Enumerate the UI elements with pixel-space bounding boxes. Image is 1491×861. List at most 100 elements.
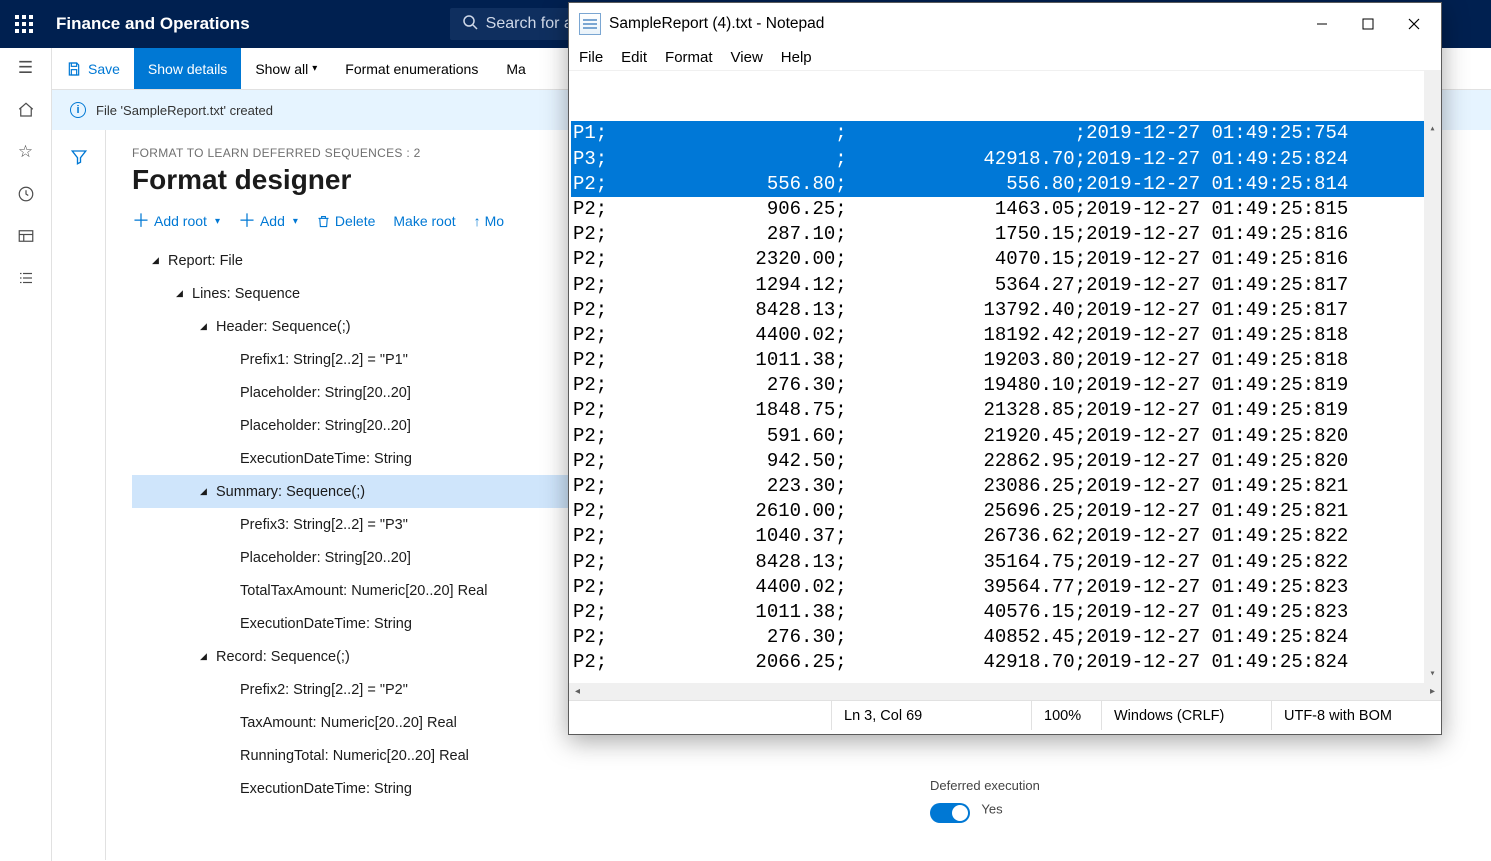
minimize-button[interactable]	[1299, 7, 1345, 41]
menu-help[interactable]: Help	[781, 49, 812, 66]
notepad-statusbar: Ln 3, Col 69 100% Windows (CRLF) UTF-8 w…	[569, 700, 1441, 730]
tree-label: Prefix1: String[2..2] = "P1"	[240, 352, 408, 368]
notepad-icon	[579, 13, 601, 35]
tree-label: Report: File	[168, 253, 243, 269]
text-line[interactable]: P2; 591.60; 21920.45;2019-12-27 01:49:25…	[571, 424, 1439, 449]
text-line[interactable]: P2; 1011.38; 40576.15;2019-12-27 01:49:2…	[571, 600, 1439, 625]
text-line[interactable]: P2; 8428.13; 35164.75;2019-12-27 01:49:2…	[571, 550, 1439, 575]
left-rail: ☰ ☆	[0, 48, 52, 861]
text-line[interactable]: P2; 4400.02; 39564.77;2019-12-27 01:49:2…	[571, 575, 1439, 600]
close-button[interactable]	[1391, 7, 1437, 41]
tree-node[interactable]: RunningTotal: Numeric[20..20] Real	[132, 739, 960, 772]
move-button-truncated[interactable]: ↑ Mo	[474, 213, 504, 229]
text-line[interactable]: P2; 2066.25; 42918.70;2019-12-27 01:49:2…	[571, 650, 1439, 675]
expand-icon[interactable]: ◢	[176, 288, 186, 299]
text-line[interactable]: P2; 1848.75; 21328.85;2019-12-27 01:49:2…	[571, 398, 1439, 423]
home-icon[interactable]	[16, 100, 36, 120]
scrollbar-horizontal[interactable]: ◂ ▸	[569, 683, 1441, 700]
text-line[interactable]: P2; 1011.38; 19203.80;2019-12-27 01:49:2…	[571, 348, 1439, 373]
tree-label: Summary: Sequence(;)	[216, 484, 365, 500]
plus-icon: ＋	[238, 212, 256, 230]
hamburger-icon[interactable]: ☰	[16, 58, 36, 78]
maximize-button[interactable]	[1345, 7, 1391, 41]
text-line[interactable]: P2; 1040.37; 26736.62;2019-12-27 01:49:2…	[571, 524, 1439, 549]
tree-label: Placeholder: String[20..20]	[240, 550, 411, 566]
tree-label: Placeholder: String[20..20]	[240, 418, 411, 434]
status-encoding: UTF-8 with BOM	[1271, 701, 1441, 730]
text-line[interactable]: P2; 942.50; 22862.95;2019-12-27 01:49:25…	[571, 449, 1439, 474]
tree-node[interactable]: ExecutionDateTime: String	[132, 772, 960, 805]
tree-label: TaxAmount: Numeric[20..20] Real	[240, 715, 457, 731]
menu-format[interactable]: Format	[665, 49, 713, 66]
workspace-icon[interactable]	[16, 226, 36, 246]
status-zoom: 100%	[1031, 701, 1101, 730]
notepad-body[interactable]: P1; ; ;2019-12-27 01:49:25:754P3; ; 4291…	[569, 71, 1441, 683]
chevron-down-icon: ▾	[312, 63, 317, 74]
tree-label: ExecutionDateTime: String	[240, 451, 412, 467]
info-icon: i	[70, 102, 86, 118]
make-root-button[interactable]: Make root	[393, 213, 455, 229]
deferred-value: Yes	[981, 801, 1002, 816]
format-enumerations-button[interactable]: Format enumerations	[331, 48, 492, 89]
tree-label: TotalTaxAmount: Numeric[20..20] Real	[240, 583, 487, 599]
show-details-button[interactable]: Show details	[134, 48, 241, 89]
add-root-button[interactable]: ＋Add root▾	[132, 212, 220, 230]
expand-icon[interactable]: ◢	[200, 651, 210, 662]
save-label: Save	[88, 61, 120, 77]
tree-label: Placeholder: String[20..20]	[240, 385, 411, 401]
tree-label: Record: Sequence(;)	[216, 649, 350, 665]
tree-label: Prefix3: String[2..2] = "P3"	[240, 517, 408, 533]
message-text: File 'SampleReport.txt' created	[96, 103, 273, 118]
scroll-down-icon[interactable]: ▾	[1424, 666, 1441, 683]
window-controls	[1299, 7, 1437, 41]
scrollbar-vertical[interactable]: ▴ ▾	[1424, 71, 1441, 683]
text-line[interactable]: P2; 556.80; 556.80;2019-12-27 01:49:25:8…	[571, 172, 1439, 197]
text-line[interactable]: P2; 276.30; 40852.45;2019-12-27 01:49:25…	[571, 625, 1439, 650]
tree-label: Prefix2: String[2..2] = "P2"	[240, 682, 408, 698]
show-all-button[interactable]: Show all▾	[241, 48, 331, 89]
status-eol: Windows (CRLF)	[1101, 701, 1271, 730]
filter-column	[52, 130, 106, 860]
text-line[interactable]: P2; 1294.12; 5364.27;2019-12-27 01:49:25…	[571, 273, 1439, 298]
deferred-toggle[interactable]	[930, 803, 970, 823]
plus-icon: ＋	[132, 212, 150, 230]
text-line[interactable]: P2; 2320.00; 4070.15;2019-12-27 01:49:25…	[571, 247, 1439, 272]
text-line[interactable]: P2; 8428.13; 13792.40;2019-12-27 01:49:2…	[571, 298, 1439, 323]
expand-icon[interactable]: ◢	[200, 321, 210, 332]
scroll-up-icon[interactable]: ▴	[1424, 121, 1441, 138]
star-icon[interactable]: ☆	[16, 142, 36, 162]
menu-file[interactable]: File	[579, 49, 603, 66]
tree-label: Header: Sequence(;)	[216, 319, 351, 335]
chevron-down-icon: ▾	[215, 216, 220, 227]
text-line[interactable]: P2; 287.10; 1750.15;2019-12-27 01:49:25:…	[571, 222, 1439, 247]
text-line[interactable]: P3; ; 42918.70;2019-12-27 01:49:25:824	[571, 147, 1439, 172]
app-launcher-icon[interactable]	[0, 0, 48, 48]
notepad-menu: File Edit Format View Help	[569, 45, 1441, 71]
save-button[interactable]: Save	[52, 48, 134, 89]
expand-icon[interactable]: ◢	[200, 486, 210, 497]
menu-edit[interactable]: Edit	[621, 49, 647, 66]
delete-button[interactable]: Delete	[316, 213, 375, 229]
deferred-execution-section: Deferred execution Yes	[930, 778, 1040, 823]
text-line[interactable]: P2; 906.25; 1463.05;2019-12-27 01:49:25:…	[571, 197, 1439, 222]
tree-label: ExecutionDateTime: String	[240, 616, 412, 632]
text-line[interactable]: P2; 223.30; 23086.25;2019-12-27 01:49:25…	[571, 474, 1439, 499]
text-line[interactable]: P2; 2610.00; 25696.25;2019-12-27 01:49:2…	[571, 499, 1439, 524]
notepad-titlebar[interactable]: SampleReport (4).txt - Notepad	[569, 3, 1441, 45]
filter-icon[interactable]	[70, 148, 88, 860]
scroll-right-icon[interactable]: ▸	[1424, 683, 1441, 700]
text-line[interactable]: P2; 4400.02; 18192.42;2019-12-27 01:49:2…	[571, 323, 1439, 348]
text-line[interactable]: P2; 276.30; 19480.10;2019-12-27 01:49:25…	[571, 373, 1439, 398]
menu-view[interactable]: View	[731, 49, 763, 66]
app-title: Finance and Operations	[56, 14, 250, 34]
modules-icon[interactable]	[16, 268, 36, 288]
scroll-left-icon[interactable]: ◂	[569, 683, 586, 700]
chevron-down-icon: ▾	[293, 216, 298, 227]
text-line[interactable]: P1; ; ;2019-12-27 01:49:25:754	[571, 121, 1439, 146]
arrow-up-icon: ↑	[474, 213, 481, 229]
status-position: Ln 3, Col 69	[831, 701, 1031, 730]
mapping-button-truncated[interactable]: Ma	[492, 48, 539, 89]
add-button[interactable]: ＋Add▾	[238, 212, 298, 230]
expand-icon[interactable]: ◢	[152, 255, 162, 266]
recent-icon[interactable]	[16, 184, 36, 204]
